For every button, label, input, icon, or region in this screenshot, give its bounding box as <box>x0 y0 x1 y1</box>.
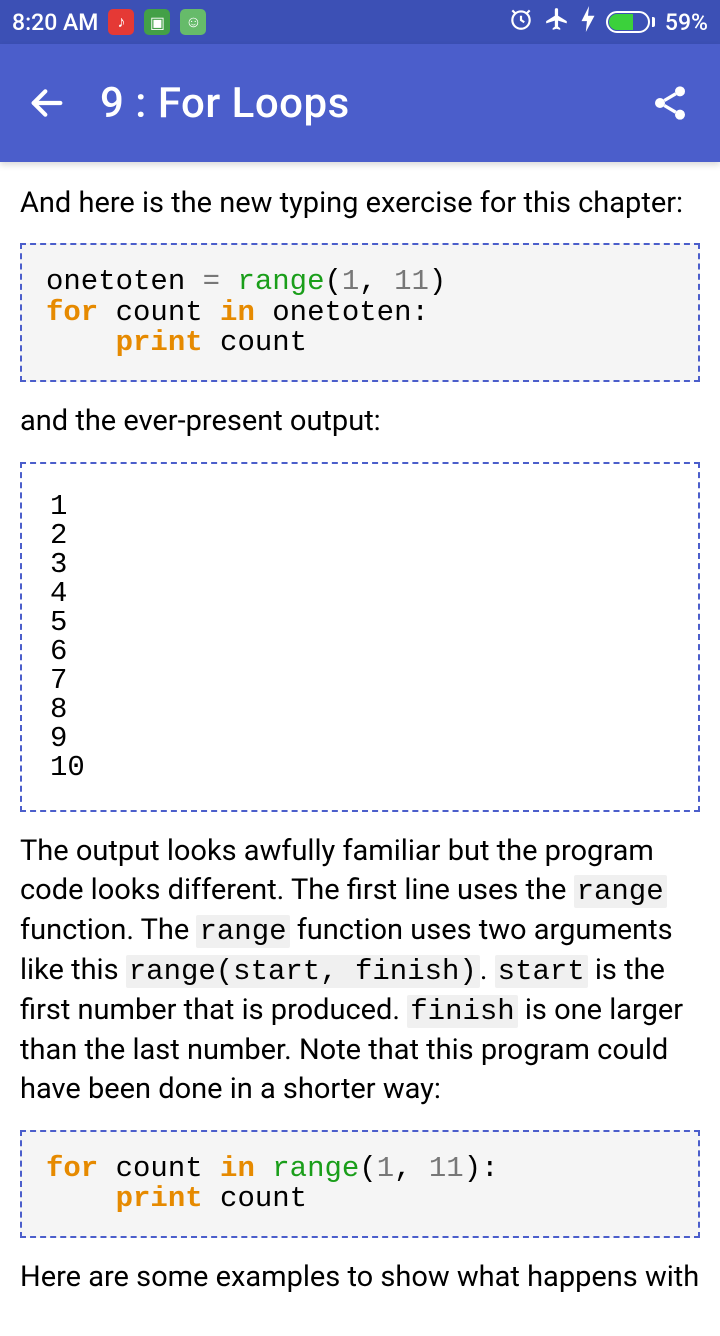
music-icon: ♪ <box>108 9 134 35</box>
battery-percentage: 59% <box>665 9 708 36</box>
code-block-2: for count in range(1, 11): print count <box>20 1130 700 1239</box>
share-button[interactable] <box>642 75 698 131</box>
inline-code-start: start <box>495 955 588 988</box>
status-bar: 8:20 AM ♪ ▣ ☺ 59% <box>0 0 720 44</box>
paragraph-intro: And here is the new typing exercise for … <box>20 184 700 223</box>
app-bar: 9 : For Loops <box>0 44 720 162</box>
status-time: 8:20 AM <box>12 9 98 36</box>
paragraph-output-label: and the ever-present output: <box>20 402 700 441</box>
page-title: 9 : For Loops <box>100 79 350 128</box>
code-block-1: onetoten = range(1, 11) for count in one… <box>20 243 700 382</box>
app-tray-icon: ☺ <box>180 9 206 35</box>
inline-code-range-sig: range(start, finish) <box>126 955 480 988</box>
charging-icon <box>580 6 596 38</box>
back-button[interactable] <box>22 78 72 128</box>
battery-icon <box>606 11 655 33</box>
inline-code-range-2: range <box>196 915 289 948</box>
paragraph-next: Here are some examples to show what happ… <box>20 1258 700 1297</box>
output-block: 1 2 3 4 5 6 7 8 9 10 <box>20 462 700 812</box>
paragraph-explanation: The output looks awfully familiar but th… <box>20 832 700 1110</box>
inline-code-range-1: range <box>574 875 667 908</box>
airplane-icon <box>544 6 570 38</box>
inline-code-finish: finish <box>407 995 517 1028</box>
content-area[interactable]: And here is the new typing exercise for … <box>0 162 720 1336</box>
status-right: 59% <box>508 6 708 38</box>
battery-saver-icon: ▣ <box>144 9 170 35</box>
status-left: 8:20 AM ♪ ▣ ☺ <box>12 9 206 36</box>
alarm-icon <box>508 6 534 38</box>
